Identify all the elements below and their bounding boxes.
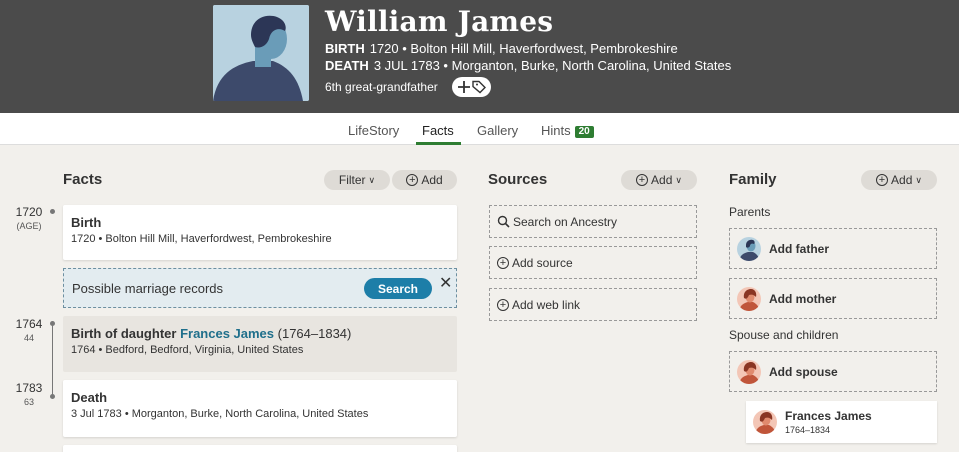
child-name: Frances James [785, 409, 872, 423]
search-ancestry-button[interactable]: Search on Ancestry [489, 205, 697, 238]
add-mother-label: Add mother [769, 291, 837, 306]
tab-hints-label: Hints [541, 123, 571, 138]
add-family-button[interactable]: + Add ∨ [861, 170, 937, 190]
fact-title-prefix: Birth of daughter [71, 326, 177, 341]
add-father-button[interactable]: Add father [729, 228, 937, 269]
spouse-children-label: Spouse and children [729, 328, 839, 342]
close-icon[interactable]: ✕ [439, 273, 452, 293]
add-spouse-button[interactable]: Add spouse [729, 351, 937, 392]
search-ancestry-label: Search on Ancestry [513, 214, 618, 229]
fact-detail: 3 Jul 1783 • Morganton, Burke, North Car… [71, 408, 369, 420]
plus-circle-icon: + [497, 256, 509, 269]
active-tab-indicator [416, 142, 461, 145]
family-heading: Family [729, 171, 777, 188]
timeline-year: 1783 63 [10, 381, 48, 407]
fact-title: Birth of daughter Frances James (1764–18… [71, 326, 351, 341]
tab-hints[interactable]: Hints 20 [541, 123, 594, 138]
timeline-age: 44 [23, 333, 34, 343]
fact-card-death[interactable]: Death 3 Jul 1783 • Morganton, Burke, Nor… [63, 380, 457, 437]
daughter-lifespan: (1764–1834) [277, 326, 352, 341]
add-web-link-label: Add web link [512, 297, 581, 312]
timeline-year-value: 1764 [15, 317, 43, 331]
profile-tabs: LifeStory Facts Gallery Hints 20 [0, 113, 959, 145]
chevron-down-icon: ∨ [675, 174, 682, 185]
marriage-hint-card: Possible marriage records Search ✕ [63, 268, 457, 308]
plus-tag-icon [457, 80, 486, 94]
add-source-button[interactable]: + Add source [489, 246, 697, 279]
add-mother-button[interactable]: Add mother [729, 278, 937, 319]
add-fact-label: Add [421, 173, 443, 187]
timeline-line [52, 324, 53, 396]
tab-lifestory[interactable]: LifeStory [348, 123, 399, 138]
death-value: 3 JUL 1783 • Morganton, Burke, North Car… [373, 58, 732, 73]
fact-card-next [63, 445, 457, 452]
fact-card-birth[interactable]: Birth 1720 • Bolton Hill Mill, Haverford… [63, 205, 457, 260]
add-father-label: Add father [769, 241, 829, 256]
add-source-label: Add source [512, 255, 573, 270]
birth-value: 1720 • Bolton Hill Mill, Haverfordwest, … [369, 41, 678, 56]
timeline-dot [50, 209, 55, 214]
add-tag-button[interactable] [452, 77, 491, 97]
hints-count-badge: 20 [574, 126, 594, 138]
female-avatar-icon [737, 359, 761, 384]
fact-detail: 1764 • Bedford, Bedford, Virginia, Unite… [71, 344, 304, 356]
timeline-year: 1720 (AGE) [10, 205, 48, 231]
profile-header: William James BIRTH 1720 • Bolton Hill Mi… [0, 0, 959, 113]
fact-detail: 1720 • Bolton Hill Mill, Haverfordwest, … [71, 233, 332, 245]
add-fact-button[interactable]: + Add [392, 170, 457, 190]
timeline-year-value: 1783 [15, 381, 43, 395]
daughter-link[interactable]: Frances James [180, 326, 274, 341]
relationship-label: 6th great-grandfather [325, 80, 438, 94]
tab-gallery[interactable]: Gallery [477, 123, 518, 138]
tab-facts[interactable]: Facts [422, 123, 454, 138]
chevron-down-icon: ∨ [368, 174, 376, 185]
fact-title: Death [71, 390, 108, 405]
timeline-age: 63 [23, 397, 34, 407]
plus-circle-icon: + [406, 174, 419, 186]
timeline-year-value: 1720 [15, 205, 43, 219]
person-name: William James [325, 5, 554, 38]
male-avatar-icon [737, 236, 761, 261]
female-avatar-icon [737, 286, 761, 311]
filter-label: Filter [338, 173, 366, 187]
fact-card-daughter-birth[interactable]: Birth of daughter Frances James (1764–18… [63, 316, 457, 372]
birth-summary: BIRTH 1720 • Bolton Hill Mill, Haverfordw… [325, 41, 678, 56]
death-summary: DEATH 3 JUL 1783 • Morganton, Burke, Nort… [325, 58, 731, 73]
parents-label: Parents [729, 205, 771, 219]
sources-heading: Sources [488, 171, 548, 188]
timeline-dot [50, 394, 55, 399]
plus-circle-icon: + [636, 174, 649, 186]
profile-avatar[interactable] [213, 5, 309, 101]
plus-circle-icon: + [876, 174, 889, 186]
facts-heading: Facts [63, 171, 103, 188]
female-avatar-icon [753, 410, 777, 434]
chevron-down-icon: ∨ [915, 174, 922, 185]
birth-label: BIRTH [325, 41, 365, 56]
child-lifespan: 1764–1834 [785, 425, 831, 435]
add-family-label: Add [891, 173, 913, 187]
search-records-button[interactable]: Search [364, 278, 432, 299]
add-spouse-label: Add spouse [769, 364, 838, 379]
search-icon [497, 215, 510, 228]
child-info: Frances James 1764–1834 [785, 409, 872, 435]
timeline-age: (AGE) [16, 221, 42, 231]
hint-text: Possible marriage records [72, 281, 224, 296]
male-silhouette-icon [213, 5, 309, 101]
add-source-menu-label: Add [651, 173, 673, 187]
plus-circle-icon: + [497, 298, 509, 311]
child-card[interactable]: Frances James 1764–1834 [746, 401, 937, 443]
death-label: DEATH [325, 58, 369, 73]
timeline-year: 1764 44 [10, 317, 48, 343]
add-web-link-button[interactable]: + Add web link [489, 288, 697, 321]
add-source-menu-button[interactable]: + Add ∨ [621, 170, 697, 190]
fact-title: Birth [71, 215, 102, 230]
filter-button[interactable]: Filter ∨ [324, 170, 390, 190]
